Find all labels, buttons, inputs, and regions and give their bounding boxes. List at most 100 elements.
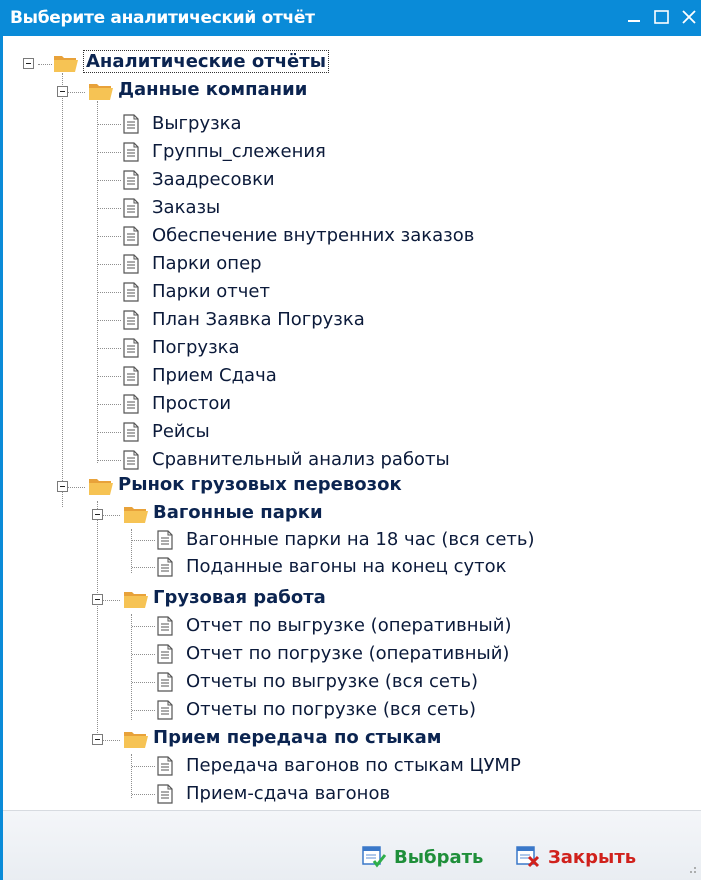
tree-connector [98, 404, 121, 405]
window-title: Выберите аналитический отчёт [10, 8, 315, 28]
document-icon [123, 450, 139, 470]
folder-open-icon [124, 507, 148, 523]
document-icon [123, 142, 139, 162]
folder-open-icon [89, 84, 113, 100]
tree-connector [98, 460, 121, 461]
folder-open-icon [89, 479, 113, 495]
tree-connector [132, 766, 155, 767]
document-icon [157, 616, 173, 636]
report-selector-window: Выберите аналитический отчёт Аналитическ… [0, 0, 701, 880]
maximize-button[interactable] [648, 0, 678, 36]
collapse-toggle[interactable] [92, 594, 103, 605]
document-icon [123, 338, 139, 358]
tree-node-report[interactable]: Выгрузка [152, 112, 242, 136]
tree-connector [98, 180, 121, 181]
tree-node-report[interactable]: Прием-сдача вагонов [186, 782, 390, 806]
tree-connector [98, 432, 121, 433]
collapse-toggle[interactable] [23, 58, 34, 69]
document-icon [157, 530, 173, 550]
tree-connector [38, 64, 52, 65]
tree-connector [98, 376, 121, 377]
tree-connector [132, 567, 155, 568]
close-button[interactable]: Закрыть [516, 842, 636, 872]
tree-node-label: Аналитические отчёты [83, 50, 329, 73]
tree-connector [62, 73, 63, 507]
document-icon [123, 198, 139, 218]
tree-node-report[interactable]: Отчет по погрузке (оперативный) [186, 642, 509, 666]
document-icon [157, 784, 173, 804]
document-icon [123, 366, 139, 386]
document-icon [157, 756, 173, 776]
tree-node-report[interactable]: Отчеты по выгрузке (вся сеть) [186, 670, 478, 694]
tree-connector [132, 540, 155, 541]
document-icon [123, 114, 139, 134]
tree-connector [98, 236, 121, 237]
tree-connector [98, 292, 121, 293]
document-icon [123, 394, 139, 414]
document-icon [123, 282, 139, 302]
tree-node-report[interactable]: План Заявка Погрузка [152, 308, 365, 332]
document-icon [123, 310, 139, 330]
tree-node-report[interactable]: Отчеты по погрузке (вся сеть) [186, 698, 476, 722]
tree-node-report[interactable]: Прием Сдача [152, 364, 277, 388]
tree-connector [98, 348, 121, 349]
select-button[interactable]: Выбрать [362, 842, 483, 872]
tree-node-market[interactable]: Рынок грузовых перевозок [118, 473, 402, 497]
tree-connector [132, 710, 155, 711]
tree-node-report[interactable]: Рейсы [152, 420, 210, 444]
tree-connector [98, 124, 121, 125]
tree-connector [98, 152, 121, 153]
collapse-toggle[interactable] [57, 86, 68, 97]
document-icon [157, 644, 173, 664]
collapse-toggle[interactable] [92, 734, 103, 745]
tree-node-wagon-parks[interactable]: Вагонные парки [153, 501, 323, 525]
tree-connector [97, 501, 98, 745]
select-report-icon [362, 846, 387, 868]
tree-node-cargo-work[interactable]: Грузовая работа [153, 586, 326, 610]
minimize-button[interactable] [620, 0, 650, 36]
tree-node-report[interactable]: Погрузка [152, 336, 240, 360]
resize-grip-icon[interactable] [687, 864, 697, 874]
report-tree[interactable]: Аналитические отчёты Данные компании Выг… [0, 36, 701, 810]
document-icon [123, 170, 139, 190]
tree-node-report[interactable]: Парки опер [152, 252, 262, 276]
collapse-toggle[interactable] [92, 509, 103, 520]
tree-connector [98, 320, 121, 321]
tree-node-report[interactable]: Обеспечение внутренних заказов [152, 224, 474, 248]
tree-connector [132, 654, 155, 655]
tree-connector [132, 794, 155, 795]
tree-node-report[interactable]: Сравнительный анализ работы [152, 448, 450, 472]
tree-connector [132, 626, 155, 627]
tree-node-report[interactable]: Поданные вагоны на конец суток [186, 555, 507, 579]
tree-connector [131, 754, 132, 798]
document-icon [123, 226, 139, 246]
select-button-label: Выбрать [394, 846, 484, 868]
folder-open-icon [54, 56, 78, 72]
title-bar[interactable]: Выберите аналитический отчёт [0, 0, 701, 36]
document-icon [157, 672, 173, 692]
tree-node-report[interactable]: Отчет по выгрузке (оперативный) [186, 614, 512, 638]
document-icon [157, 557, 173, 577]
tree-node-report[interactable]: Передача вагонов по стыкам ЦУМР [186, 754, 521, 778]
close-button-label: Закрыть [548, 846, 637, 868]
tree-node-company-data[interactable]: Данные компании [118, 78, 307, 102]
close-report-icon [516, 846, 540, 868]
tree-node-report[interactable]: Простои [152, 392, 231, 416]
tree-node-report[interactable]: Заказы [152, 196, 220, 220]
folder-open-icon [124, 592, 148, 608]
tree-connector [132, 682, 155, 683]
document-icon [123, 254, 139, 274]
tree-connector [98, 208, 121, 209]
tree-node-report[interactable]: Заадресовки [152, 168, 275, 192]
tree-connector [97, 101, 98, 463]
tree-node-root[interactable]: Аналитические отчёты [83, 50, 329, 74]
close-window-button[interactable] [676, 0, 701, 36]
tree-node-report[interactable]: Вагонные парки на 18 час (вся сеть) [186, 528, 535, 552]
collapse-toggle[interactable] [57, 481, 68, 492]
tree-node-junctions[interactable]: Прием передача по стыкам [153, 726, 441, 750]
document-icon [157, 700, 173, 720]
tree-node-report[interactable]: Парки отчет [152, 280, 270, 304]
tree-connector [98, 264, 121, 265]
tree-node-report[interactable]: Группы_слежения [152, 140, 326, 164]
tree-connector [131, 614, 132, 720]
